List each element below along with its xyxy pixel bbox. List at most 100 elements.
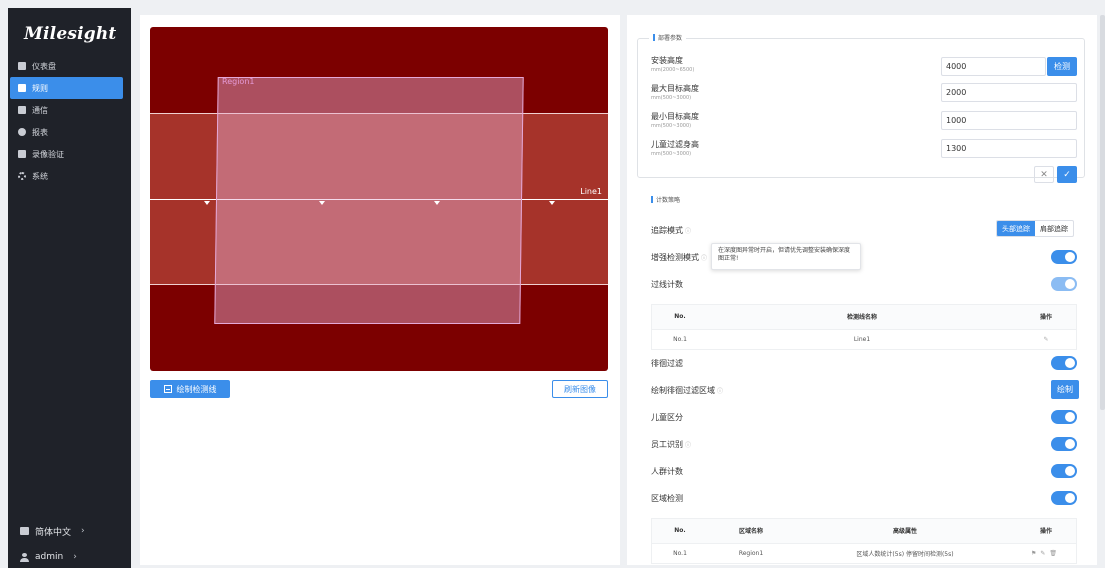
table-header-row: No. 检测线名称 操作 <box>652 305 1076 329</box>
communication-icon <box>18 106 26 114</box>
video-verify-icon <box>18 150 26 158</box>
detect-button[interactable]: 检测 <box>1047 57 1077 76</box>
refresh-image-button[interactable]: 刷新图像 <box>552 380 608 398</box>
settings-icon[interactable]: ⚑ <box>1031 550 1040 557</box>
child-distinguish-label: 儿童区分 <box>651 413 683 422</box>
region-table-grid: No. 区域名称 高级属性 操作 No.1 Region1 区域人数统计(5s)… <box>652 519 1076 563</box>
rules-icon <box>18 84 26 92</box>
table-row: No.1 Region1 区域人数统计(5s) 停留时间检测(5s) ⚑✎🗑 <box>652 542 1076 563</box>
sidebar-item-dashboard[interactable]: 仪表盘 <box>8 55 131 77</box>
field-range: mm(500~3000) <box>651 123 692 129</box>
col-line-name: 检测线名称 <box>708 305 1016 329</box>
field-label: 儿童过滤身高 <box>651 140 699 149</box>
scrollbar[interactable] <box>1100 15 1105 410</box>
sidebar-item-label: 通信 <box>32 105 48 115</box>
deploy-params-title: 部署参数 <box>649 33 687 42</box>
info-icon[interactable]: ⓘ <box>701 255 707 262</box>
cell-advanced-attr: 区域人数统计(5s) 停留时间检测(5s) <box>794 542 1016 563</box>
region-detection-label: 区域检测 <box>651 494 683 503</box>
min-target-height-input[interactable]: 1000 <box>941 111 1077 130</box>
cancel-button[interactable]: ✕ <box>1034 166 1054 183</box>
child-filter-height-input[interactable]: 1300 <box>941 139 1077 158</box>
sidebar-item-label: 录像验证 <box>32 149 64 159</box>
brand-logo: Milesight <box>24 24 117 44</box>
deploy-title-text: 部署参数 <box>658 35 683 42</box>
sidebar: Milesight 仪表盘 规则 通信 报表 录像验证 系统 简体中文 › ad… <box>8 8 131 568</box>
region-detection-switch[interactable] <box>1051 491 1077 505</box>
col-advanced-attr: 高级属性 <box>794 519 1016 543</box>
staff-recognition-switch[interactable] <box>1051 437 1077 451</box>
wander-filter-switch[interactable] <box>1051 356 1077 370</box>
language-selector[interactable]: 简体中文 › <box>8 520 131 542</box>
user-menu[interactable]: admin › <box>8 546 131 568</box>
col-region-name: 区域名称 <box>708 519 794 543</box>
crowd-count-label: 人群计数 <box>651 467 683 476</box>
shoulder-tracking-option[interactable]: 肩部追踪 <box>1035 221 1073 236</box>
tracking-mode-text: 追踪模式 <box>651 226 683 235</box>
field-label: 安装高度 <box>651 56 683 65</box>
sidebar-item-video-verify[interactable]: 录像验证 <box>8 143 131 165</box>
confirm-button[interactable]: ✓ <box>1057 166 1077 183</box>
child-distinguish-switch[interactable] <box>1051 410 1077 424</box>
field-range: mm(2000~6500) <box>651 67 695 73</box>
draw-line-label: 绘制检测线 <box>176 384 217 394</box>
cell-no: No.1 <box>652 328 708 349</box>
direction-arrow-icon <box>319 201 325 205</box>
line-table: No. 检测线名称 操作 No.1 Line1 ✎ <box>651 304 1077 350</box>
counting-strategy-title: 计数策略 <box>651 195 680 204</box>
language-label: 简体中文 <box>35 527 72 538</box>
direction-arrow-icon <box>549 201 555 205</box>
check-icon: ✓ <box>1063 169 1071 180</box>
enhanced-detection-label: 增强检测模式 ⓘ <box>651 252 707 263</box>
sidebar-nav: 仪表盘 规则 通信 报表 录像验证 系统 <box>8 55 131 187</box>
sidebar-item-rules[interactable]: 规则 <box>10 77 123 99</box>
depth-image-canvas[interactable]: Region1 Line1 <box>150 27 608 371</box>
info-icon[interactable]: ⓘ <box>717 388 723 395</box>
counting-title-text: 计数策略 <box>656 197 681 204</box>
section-marker <box>653 34 655 41</box>
language-icon <box>20 527 29 535</box>
direction-arrow-icon <box>434 201 440 205</box>
enhanced-detection-text: 增强检测模式 <box>651 253 699 262</box>
draw-wander-button[interactable]: 绘制 <box>1051 380 1079 399</box>
user-name: admin <box>35 552 64 562</box>
region-table: No. 区域名称 高级属性 操作 No.1 Region1 区域人数统计(5s)… <box>651 518 1077 564</box>
wander-filter-label: 徘徊过滤 <box>651 359 683 368</box>
draw-line-button[interactable]: 绘制检测线 <box>150 380 230 398</box>
gear-icon <box>18 172 26 180</box>
col-no: No. <box>652 519 708 543</box>
crowd-count-switch[interactable] <box>1051 464 1077 478</box>
line-count-switch[interactable] <box>1051 277 1077 291</box>
head-tracking-option[interactable]: 头部追踪 <box>997 221 1035 236</box>
info-icon[interactable]: ⓘ <box>685 442 691 449</box>
settings-panel: 部署参数 安装高度 mm(2000~6500) 4000 检测 最大目标高度 m… <box>627 15 1097 565</box>
user-icon <box>20 552 29 562</box>
staff-recognition-text: 员工识别 <box>651 440 683 449</box>
row-actions: ⚑✎🗑 <box>1016 542 1076 563</box>
section-marker <box>651 196 653 203</box>
close-icon: ✕ <box>1040 169 1048 180</box>
field-label: 最小目标高度 <box>651 112 699 121</box>
max-target-height-input[interactable]: 2000 <box>941 83 1077 102</box>
table-row: No.1 Line1 ✎ <box>652 328 1076 349</box>
chevron-right-icon: › <box>73 552 77 562</box>
install-height-input[interactable]: 4000 <box>941 57 1046 76</box>
sidebar-item-system[interactable]: 系统 <box>8 165 131 187</box>
sidebar-item-report[interactable]: 报表 <box>8 121 131 143</box>
field-label: 最大目标高度 <box>651 84 699 93</box>
enhanced-detection-switch[interactable] <box>1051 250 1077 264</box>
detection-region[interactable] <box>214 77 524 324</box>
table-header-row: No. 区域名称 高级属性 操作 <box>652 519 1076 543</box>
tracking-mode-toggle: 头部追踪 肩部追踪 <box>996 220 1074 237</box>
field-range: mm(500~3000) <box>651 95 692 101</box>
sidebar-item-communication[interactable]: 通信 <box>8 99 131 121</box>
tracking-mode-label: 追踪模式 ⓘ <box>651 225 691 236</box>
cell-no: No.1 <box>652 542 708 563</box>
line-count-label: 过线计数 <box>651 280 683 289</box>
info-icon[interactable]: ⓘ <box>685 228 691 235</box>
edit-icon[interactable]: ✎ <box>1016 328 1076 349</box>
sidebar-item-label: 报表 <box>32 127 48 137</box>
draw-line-icon <box>163 385 172 393</box>
sidebar-item-label: 系统 <box>32 171 48 181</box>
delete-icon[interactable]: 🗑 <box>1049 550 1061 557</box>
